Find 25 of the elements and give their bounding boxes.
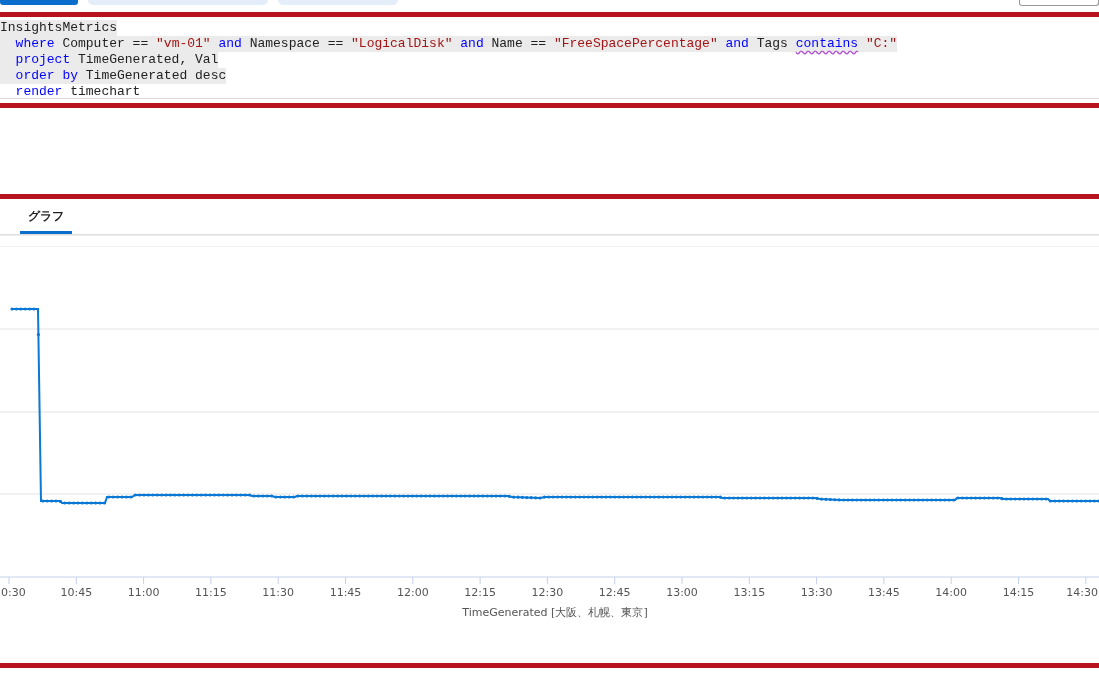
- tick-label: 11:30: [262, 586, 295, 599]
- query-editor[interactable]: [0, 17, 1099, 99]
- tick-label: 10:45: [60, 586, 93, 599]
- toolbar-button[interactable]: [0, 0, 78, 5]
- tick-label: 13:45: [868, 586, 900, 599]
- tick-label: 0:30: [1, 586, 26, 599]
- tab[interactable]: グラフ: [20, 199, 72, 234]
- tick-label: 13:00: [666, 586, 698, 599]
- tick-label: 12:00: [396, 586, 429, 599]
- tick-label: 13:15: [733, 586, 766, 599]
- tick-label: 11:15: [195, 586, 227, 599]
- input-field[interactable]: [1019, 0, 1099, 6]
- tick-label: 14:30: [1066, 586, 1098, 599]
- tick-label: 13:30: [800, 586, 833, 599]
- toolbar-button[interactable]: [278, 0, 398, 5]
- tick-label: 14:15: [1002, 586, 1035, 599]
- tick-label: 12:15: [464, 586, 496, 599]
- axis-title: TimeGenerated [大阪、札幌、東京]: [462, 606, 648, 619]
- tick-label: 14:00: [935, 586, 968, 599]
- code-line: render timechart: [14, 84, 141, 100]
- tick-label: 12:45: [598, 586, 631, 599]
- toolbar-button[interactable]: [88, 0, 268, 5]
- tick-label: 11:00: [127, 586, 160, 599]
- tick-label: 11:45: [329, 586, 362, 599]
- tick-label: 12:30: [531, 586, 564, 599]
